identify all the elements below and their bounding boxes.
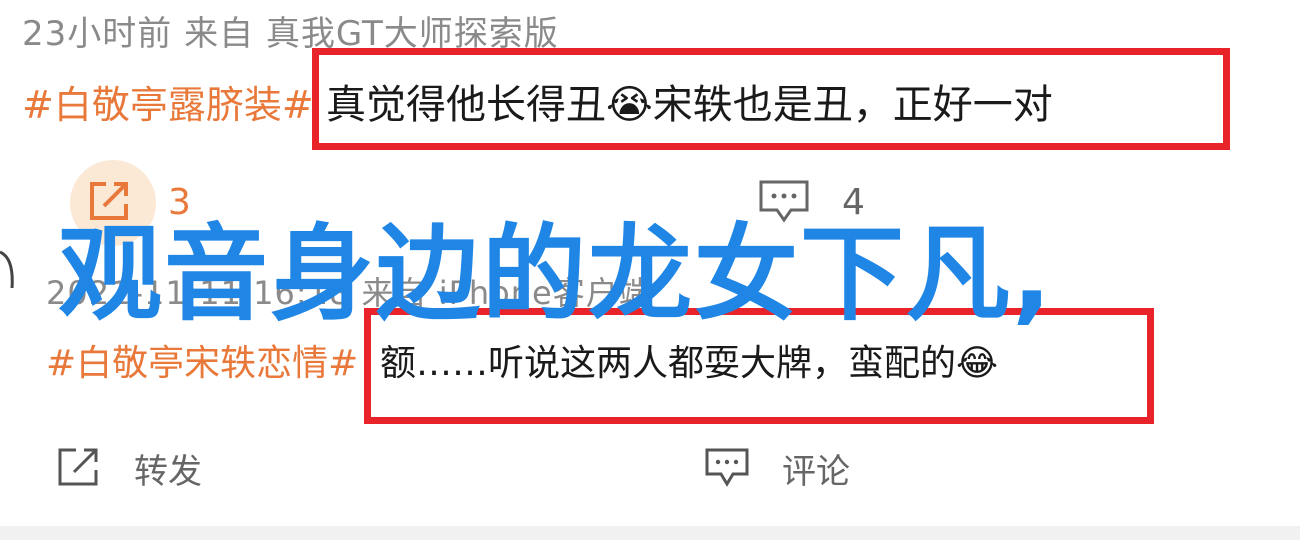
post-text: 真觉得他长得丑😭宋轶也是丑，正好一对 <box>326 82 1053 128</box>
divider <box>0 526 1300 540</box>
avatar-edge <box>0 250 14 289</box>
topic-tag[interactable]: #白敬亭露脐装# <box>22 74 314 129</box>
post-text-2: 额……听说这两人都耍大牌，蛮配的😂 <box>380 343 999 384</box>
comment-label[interactable]: 评论 <box>782 444 850 493</box>
share-label[interactable]: 转发 <box>134 444 202 493</box>
comment-icon-2[interactable] <box>704 446 750 488</box>
topic-tag-2[interactable]: #白敬亭宋轶恋情# <box>46 334 358 386</box>
share-icon-2[interactable] <box>54 444 104 490</box>
overlay-headline: 观音身边的龙女下凡, <box>58 213 1054 335</box>
